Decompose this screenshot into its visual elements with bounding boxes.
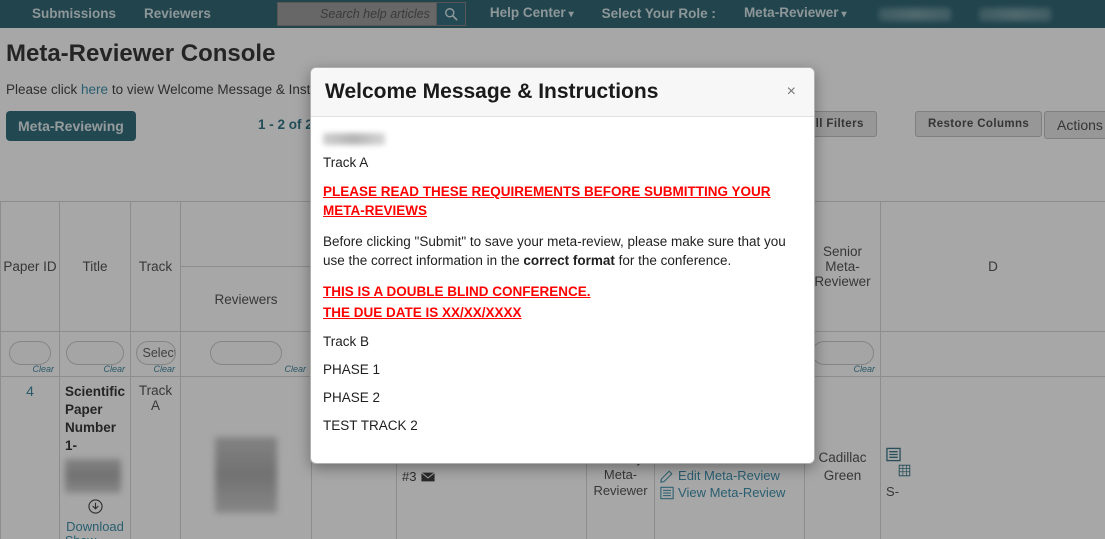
- app-root: Meta-Reviewer Console Please click here …: [0, 0, 1105, 539]
- modal-item-2: PHASE 2: [323, 390, 381, 405]
- welcome-message-modal: Welcome Message & Instructions × Track A…: [310, 67, 815, 464]
- modal-paragraph-post: for the conference.: [614, 253, 732, 268]
- close-icon[interactable]: ×: [783, 82, 800, 102]
- modal-title: Welcome Message & Instructions: [325, 80, 659, 103]
- modal-track-a: Track A: [323, 155, 369, 170]
- modal-body: Track A PLEASE READ THESE REQUIREMENTS B…: [311, 117, 814, 456]
- modal-header: Welcome Message & Instructions ×: [311, 68, 814, 117]
- modal-item-0: Track B: [323, 334, 370, 349]
- modal-due-date: THE DUE DATE IS XX/XX/XXXX: [323, 305, 522, 320]
- redacted-modal-heading: [323, 133, 385, 145]
- modal-paragraph: Before clicking "Submit" to save your me…: [323, 232, 802, 270]
- modal-double-blind: THIS IS A DOUBLE BLIND CONFERENCE.: [323, 284, 591, 299]
- modal-item-1: PHASE 1: [323, 362, 381, 377]
- modal-warning: PLEASE READ THESE REQUIREMENTS BEFORE SU…: [323, 184, 771, 218]
- modal-paragraph-bold: correct format: [523, 253, 615, 268]
- modal-item-3: TEST TRACK 2: [323, 418, 418, 433]
